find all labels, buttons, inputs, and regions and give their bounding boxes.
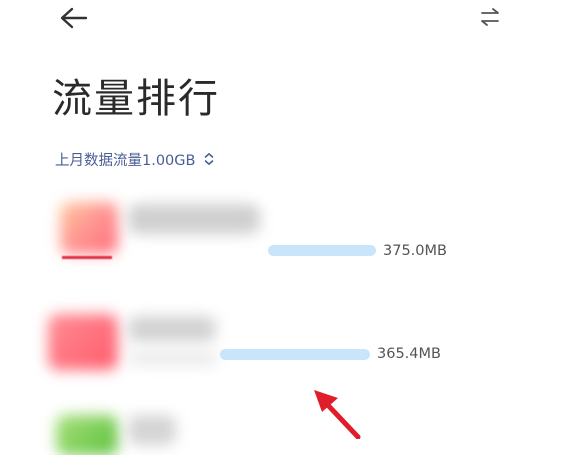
app-usage-row[interactable]: 365.4MB — [0, 300, 571, 390]
app-icon — [60, 202, 118, 254]
usage-bar — [220, 349, 370, 360]
decorative-line — [62, 256, 112, 259]
period-selector[interactable]: 上月数据流量1.00GB — [55, 148, 215, 170]
swap-arrows-icon — [481, 8, 499, 26]
period-summary-label: 上月数据流量1.00GB — [55, 152, 196, 169]
app-usage-row[interactable] — [0, 405, 571, 455]
app-icon — [48, 314, 118, 370]
app-name-redacted — [128, 316, 216, 342]
app-usage-row[interactable]: 375.0MB — [0, 190, 571, 280]
sort-toggle-button[interactable] — [478, 6, 502, 28]
page-title: 流量排行 — [52, 76, 220, 122]
app-name-redacted — [128, 204, 260, 234]
chevron-up-down-icon — [205, 153, 214, 165]
usage-bar — [268, 245, 376, 256]
usage-value: 375.0MB — [383, 243, 447, 259]
back-button[interactable] — [58, 4, 90, 32]
arrow-left-icon — [60, 7, 88, 29]
usage-value: 365.4MB — [377, 346, 441, 362]
annotation-arrow-icon — [314, 390, 361, 439]
app-icon — [56, 415, 118, 455]
app-subtitle-redacted — [128, 350, 218, 366]
app-name-redacted — [128, 415, 176, 445]
